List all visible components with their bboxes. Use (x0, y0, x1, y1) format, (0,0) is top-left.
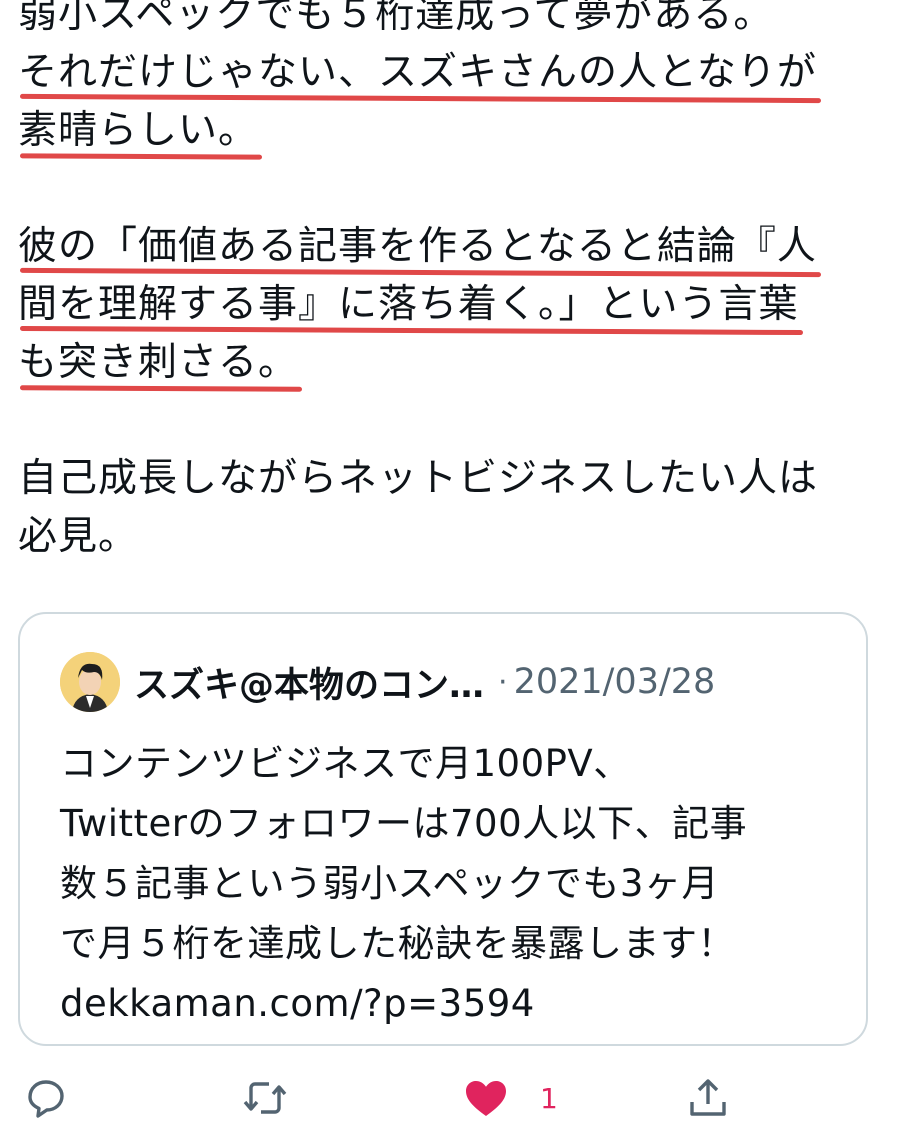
tweet-line: 必見。 (18, 514, 139, 559)
quoted-line: コンテンツビジネスで月100PV、 (60, 742, 631, 785)
quoted-tweet-card[interactable]: スズキ@本物のコン… · 2021/03/28 コンテンツビジネスで月100PV… (18, 612, 868, 1046)
quoted-line: 数５記事という弱小スペックでも3ヶ月 (60, 862, 719, 905)
share-icon (690, 1079, 726, 1116)
quoted-link[interactable]: dekkaman.com/?p=3594 (60, 974, 850, 1034)
tweet-action-bar: 1 (0, 1070, 904, 1130)
quoted-tweet-body: コンテンツビジネスで月100PV、 Twitterのフォロワーは700人以下、記… (60, 734, 850, 1034)
highlighted-text: 素晴らしい。 (18, 108, 259, 153)
retweet-icon (243, 1082, 287, 1114)
quoted-author-name[interactable]: スズキ@本物のコン… (134, 657, 484, 708)
avatar[interactable] (60, 652, 120, 712)
highlighted-text: それだけじゃない、スズキさんの人となりが (18, 50, 817, 95)
tweet-text: 弱小スペックでも５桁達成って夢がある。 それだけじゃない、スズキさんの人となりが… (18, 0, 898, 566)
like-button[interactable]: 1 (462, 1074, 558, 1122)
heart-icon (466, 1081, 506, 1116)
share-button[interactable] (684, 1074, 732, 1122)
reply-button[interactable] (22, 1074, 70, 1122)
separator-dot: · (498, 664, 508, 700)
like-count: 1 (540, 1081, 558, 1115)
highlighted-text: 間を理解する事』に落ち着く。」という言葉 (18, 282, 799, 327)
highlighted-text: 彼の「価値ある記事を作るとなると結論『人 (18, 224, 817, 269)
tweet-line: 弱小スペックでも５桁達成って夢がある。 (18, 0, 774, 37)
quoted-line: で月５桁を達成した秘訣を暴露します！ (60, 922, 735, 965)
tweet-line: それだけじゃない、スズキさんの人となりが (18, 44, 898, 102)
tweet-line: 間を理解する事』に落ち着く。」という言葉 (18, 276, 898, 334)
quoted-line: Twitterのフォロワーは700人以下、記事 (60, 802, 748, 845)
tweet-line: 素晴らしい。 (18, 102, 898, 160)
retweet-button[interactable] (240, 1074, 290, 1122)
tweet-line: 自己成長しながらネットビジネスしたい人は (18, 456, 819, 501)
highlighted-text: も突き刺さる。 (18, 340, 299, 385)
reply-icon (28, 1080, 64, 1118)
quoted-tweet-header: スズキ@本物のコン… · 2021/03/28 (60, 652, 840, 712)
tweet-line: も突き刺さる。 (18, 334, 898, 392)
tweet-line: 彼の「価値ある記事を作るとなると結論『人 (18, 218, 898, 276)
quoted-date[interactable]: 2021/03/28 (514, 662, 716, 702)
